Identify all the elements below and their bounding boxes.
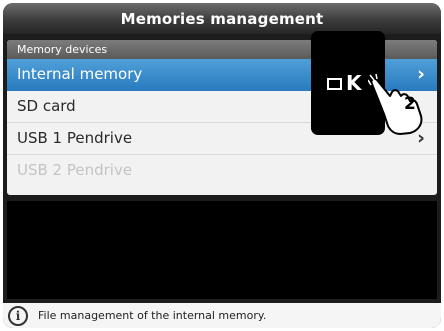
info-icon: i	[8, 305, 28, 326]
ok-square-icon	[327, 78, 342, 90]
list-item-label: Internal memory	[17, 65, 143, 83]
list-item-label: USB 1 Pendrive	[17, 129, 133, 147]
list-item-label: SD card	[17, 97, 76, 115]
status-bar: i File management of the internal memory…	[3, 303, 441, 328]
list-item-label: USB 2 Pendrive	[17, 161, 133, 179]
title-bar: Memories management	[3, 3, 441, 34]
status-text: File management of the internal memory.	[38, 309, 267, 322]
ok-k-glyph: K	[346, 71, 362, 95]
pointing-hand-icon: 2	[368, 74, 423, 135]
empty-content-area	[7, 201, 437, 299]
list-item-usb-2-pendrive: USB 2 Pendrive	[7, 155, 437, 186]
page-title: Memories management	[120, 9, 324, 28]
step-number: 2	[404, 94, 416, 114]
